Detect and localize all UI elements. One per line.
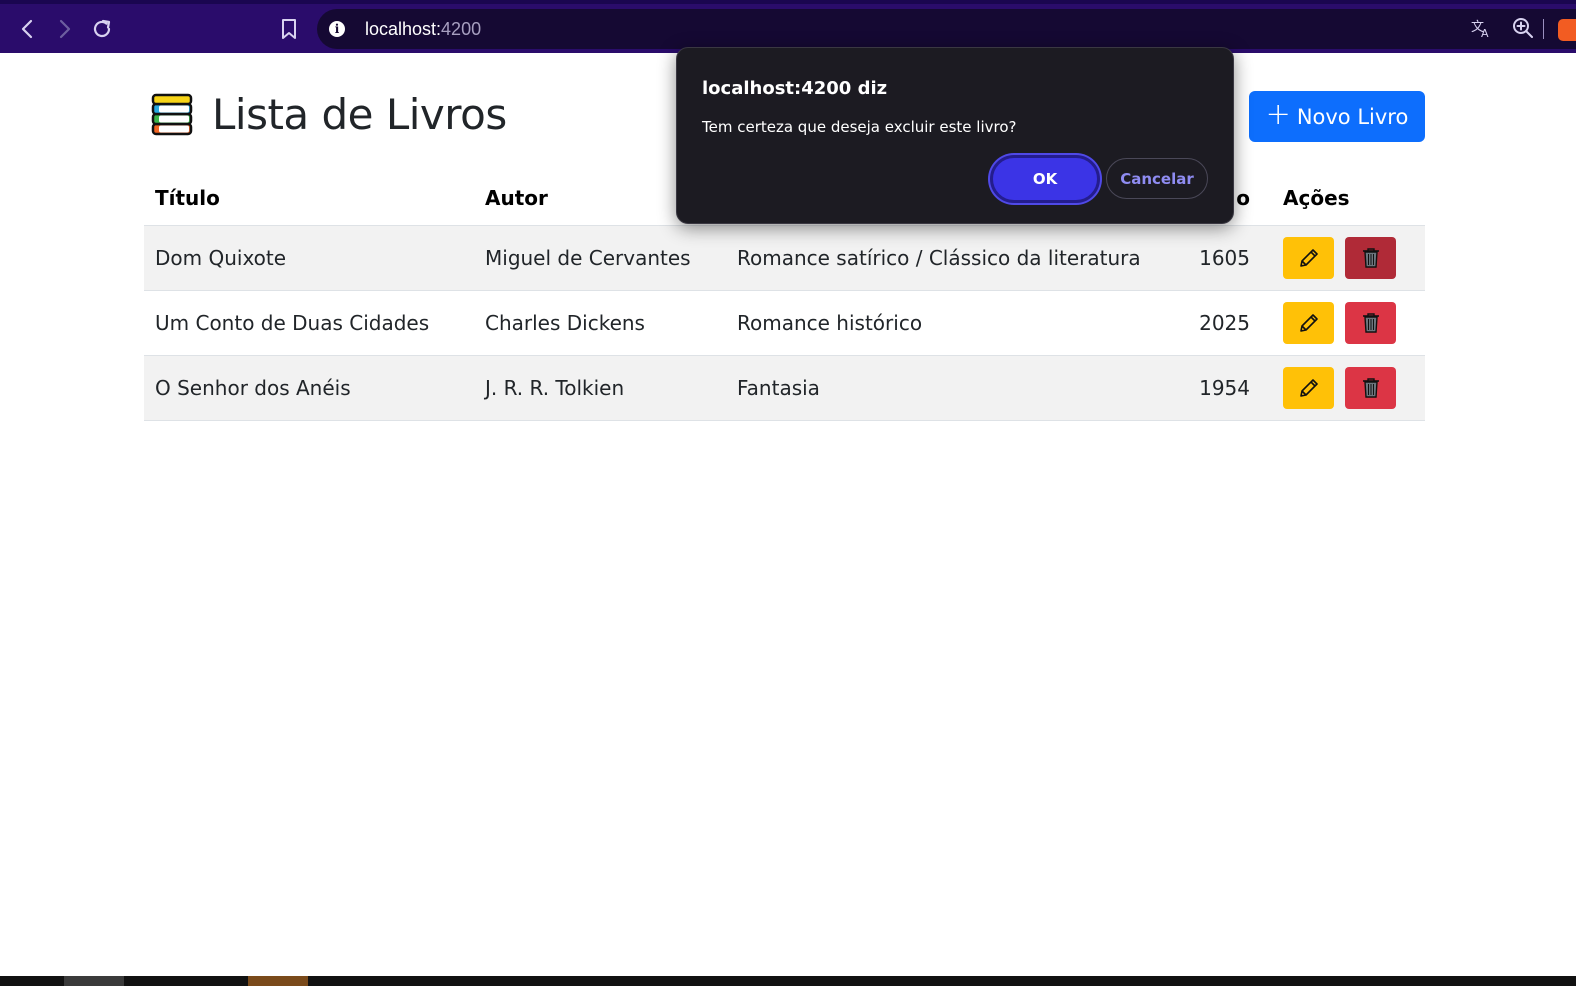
url-text: localhost:4200 <box>365 19 481 40</box>
taskbar-item[interactable] <box>64 976 124 986</box>
brave-shield-icon[interactable] <box>1558 19 1576 41</box>
forward-icon[interactable] <box>51 16 77 42</box>
header-acoes: Ações <box>1272 172 1425 226</box>
plus-icon: + <box>1265 97 1291 132</box>
cancel-button[interactable]: Cancelar <box>1106 158 1208 199</box>
cell-ano: 1605 <box>1181 225 1272 291</box>
header-titulo: Título <box>144 172 474 226</box>
pencil-icon <box>1299 248 1318 267</box>
address-bar[interactable]: i localhost:4200 <box>317 9 1576 49</box>
delete-button[interactable] <box>1345 366 1396 409</box>
cell-acoes <box>1272 355 1425 421</box>
cell-acoes <box>1272 290 1425 356</box>
url-port: 4200 <box>441 19 482 39</box>
cell-titulo: Um Conto de Duas Cidades <box>144 290 474 356</box>
zoom-icon[interactable] <box>1512 17 1534 39</box>
translate-icon[interactable]: 文A <box>1470 17 1492 40</box>
new-book-button[interactable]: + Novo Livro <box>1249 91 1425 142</box>
cell-ano: 2025 <box>1181 290 1272 356</box>
dialog-message: Tem certeza que deseja excluir este livr… <box>702 118 1017 136</box>
cell-autor: Charles Dickens <box>474 290 726 356</box>
pencil-icon <box>1299 378 1318 397</box>
bookmark-icon[interactable] <box>276 16 302 42</box>
taskbar <box>0 976 1576 986</box>
delete-button[interactable] <box>1345 236 1396 279</box>
books-icon <box>150 93 194 137</box>
cell-autor: Miguel de Cervantes <box>474 225 726 291</box>
browser-toolbar: i localhost:4200 文A <box>0 0 1576 53</box>
info-icon[interactable]: i <box>329 21 345 37</box>
cell-acoes <box>1272 225 1425 291</box>
svg-text:A: A <box>1481 27 1489 39</box>
trash-icon <box>1362 377 1379 398</box>
edit-button[interactable] <box>1283 366 1334 409</box>
url-host: localhost: <box>365 19 442 39</box>
cell-genero: Fantasia <box>726 355 1181 421</box>
cell-autor: J. R. R. Tolkien <box>474 355 726 421</box>
cell-genero: Romance histórico <box>726 290 1181 356</box>
edit-button[interactable] <box>1283 236 1334 279</box>
trash-icon <box>1362 312 1379 333</box>
ok-button[interactable]: OK <box>990 155 1100 203</box>
taskbar-item[interactable] <box>248 976 308 986</box>
new-book-label: Novo Livro <box>1296 104 1409 129</box>
back-icon[interactable] <box>15 16 41 42</box>
delete-button[interactable] <box>1345 301 1396 344</box>
table-row: O Senhor dos Anéis J. R. R. Tolkien Fant… <box>144 355 1425 421</box>
page-title: Lista de Livros <box>212 90 507 139</box>
pencil-icon <box>1299 313 1318 332</box>
confirm-dialog: localhost:4200 diz Tem certeza que desej… <box>676 47 1234 224</box>
cell-titulo: O Senhor dos Anéis <box>144 355 474 421</box>
table-row: Um Conto de Duas Cidades Charles Dickens… <box>144 290 1425 356</box>
cell-titulo: Dom Quixote <box>144 225 474 291</box>
toolbar-separator <box>1543 19 1544 39</box>
trash-icon <box>1362 247 1379 268</box>
edit-button[interactable] <box>1283 301 1334 344</box>
cell-genero: Romance satírico / Clássico da literatur… <box>726 225 1181 291</box>
cell-ano: 1954 <box>1181 355 1272 421</box>
reload-icon[interactable] <box>89 16 115 42</box>
table-row: Dom Quixote Miguel de Cervantes Romance … <box>144 225 1425 291</box>
dialog-title: localhost:4200 diz <box>702 78 888 99</box>
